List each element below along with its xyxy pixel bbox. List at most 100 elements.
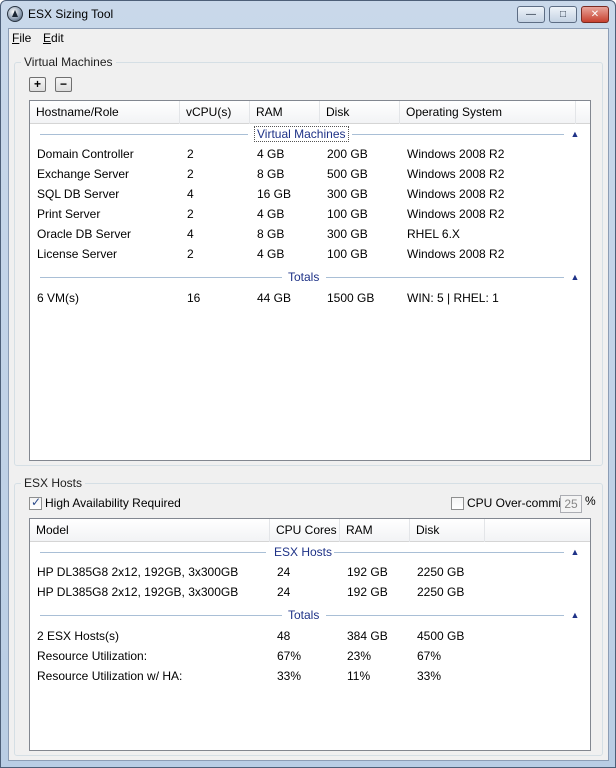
vm-hostname: Exchange Server: [37, 167, 130, 181]
host-cpu-cores: 24: [277, 585, 291, 599]
vm-os: Windows 2008 R2: [407, 187, 505, 201]
column-header-model[interactable]: Model: [30, 519, 270, 542]
vm-vcpu: 2: [187, 247, 194, 261]
host-disk: 2250 GB: [417, 565, 465, 579]
resource-utilization-ha-label: Resource Utilization w/ HA:: [37, 669, 183, 683]
vm-row[interactable]: License Server 2 4 GB 100 GB Windows 200…: [30, 245, 590, 265]
vm-total-vcpu: 16: [187, 291, 201, 305]
vm-vcpu: 2: [187, 207, 194, 221]
host-ram: 192 GB: [347, 585, 388, 599]
vm-disk: 100 GB: [327, 247, 368, 261]
utilization-disk: 67%: [417, 649, 442, 663]
resource-utilization-row[interactable]: Resource Utilization: 67% 23% 67%: [30, 647, 590, 667]
maximize-button[interactable]: □: [549, 6, 577, 23]
vm-ram: 4 GB: [257, 247, 285, 261]
cpu-overcommit-checkbox[interactable]: [451, 497, 464, 510]
vm-total-ram: 44 GB: [257, 291, 292, 305]
vm-total-os: WIN: 5 | RHEL: 1: [407, 291, 499, 305]
client-area: File Edit Virtual Machines + − Hostname/…: [8, 28, 609, 761]
vm-disk: 500 GB: [327, 167, 368, 181]
esx-host-row[interactable]: HP DL385G8 2x12, 192GB, 3x300GB 24 192 G…: [30, 583, 590, 603]
vm-ram: 16 GB: [257, 187, 292, 201]
esx-totals-group-header[interactable]: Totals ▲: [30, 606, 590, 626]
vm-totals-group-header[interactable]: Totals ▲: [30, 268, 590, 288]
vm-group-header[interactable]: Virtual Machines ▲: [30, 125, 590, 145]
app-window: ESX Sizing Tool — □ ✕ File Edit Virtual …: [0, 0, 616, 768]
group-divider: [40, 615, 282, 616]
title-bar[interactable]: ESX Sizing Tool — □ ✕: [1, 1, 615, 28]
column-header-os[interactable]: Operating System: [400, 101, 576, 124]
column-header-hostname[interactable]: Hostname/Role: [30, 101, 180, 124]
vm-ram: 4 GB: [257, 207, 285, 221]
vm-row[interactable]: SQL DB Server 4 16 GB 300 GB Windows 200…: [30, 185, 590, 205]
host-model: HP DL385G8 2x12, 192GB, 3x300GB: [37, 585, 239, 599]
remove-vm-button[interactable]: −: [55, 77, 72, 92]
vm-disk: 100 GB: [327, 207, 368, 221]
vm-totals-title: Totals: [286, 270, 322, 284]
vm-disk: 300 GB: [327, 187, 368, 201]
vm-os: Windows 2008 R2: [407, 207, 505, 221]
close-button[interactable]: ✕: [581, 6, 609, 23]
group-divider: [40, 552, 266, 553]
vm-os: RHEL 6.X: [407, 227, 460, 241]
minimize-button[interactable]: —: [517, 6, 545, 23]
group-divider: [40, 134, 248, 135]
column-header-ram[interactable]: RAM: [340, 519, 410, 542]
esx-total-label: 2 ESX Hosts(s): [37, 629, 120, 643]
vm-row[interactable]: Oracle DB Server 4 8 GB 300 GB RHEL 6.X: [30, 225, 590, 245]
esx-group-title: ESX Hosts: [272, 545, 335, 559]
esx-hosts-group: ESX Hosts High Availability Required CPU…: [14, 476, 603, 756]
vm-row[interactable]: Domain Controller 2 4 GB 200 GB Windows …: [30, 145, 590, 165]
column-header-cpu-cores[interactable]: CPU Cores: [270, 519, 340, 542]
cpu-overcommit-input[interactable]: 25: [560, 495, 582, 513]
utilization-ram: 23%: [347, 649, 372, 663]
esx-total-cpu: 48: [277, 629, 291, 643]
esx-hosts-list[interactable]: Model CPU Cores RAM Disk ESX Hosts ▲ HP …: [29, 518, 591, 751]
resource-utilization-ha-row[interactable]: Resource Utilization w/ HA: 33% 11% 33%: [30, 667, 590, 687]
collapse-icon[interactable]: ▲: [568, 608, 582, 622]
app-logo-icon[interactable]: [7, 6, 23, 22]
vm-total-disk: 1500 GB: [327, 291, 375, 305]
vm-totals-row[interactable]: 6 VM(s) 16 44 GB 1500 GB WIN: 5 | RHEL: …: [30, 289, 590, 309]
vm-vcpu: 2: [187, 147, 194, 161]
cpu-overcommit-label[interactable]: CPU Over-commit: [467, 496, 564, 510]
vm-list-header: Hostname/Role vCPU(s) RAM Disk Operating…: [30, 101, 590, 124]
add-vm-button[interactable]: +: [29, 77, 46, 92]
esx-totals-title: Totals: [286, 608, 322, 622]
vm-row[interactable]: Print Server 2 4 GB 100 GB Windows 2008 …: [30, 205, 590, 225]
ha-required-label[interactable]: High Availability Required: [45, 496, 181, 510]
vm-row[interactable]: Exchange Server 2 8 GB 500 GB Windows 20…: [30, 165, 590, 185]
collapse-icon[interactable]: ▲: [568, 270, 582, 284]
esx-group-header[interactable]: ESX Hosts ▲: [30, 543, 590, 563]
group-divider: [326, 615, 564, 616]
vm-disk: 300 GB: [327, 227, 368, 241]
vm-vcpu: 2: [187, 167, 194, 181]
esx-totals-row[interactable]: 2 ESX Hosts(s) 48 384 GB 4500 GB: [30, 627, 590, 647]
column-header-vcpu[interactable]: vCPU(s): [180, 101, 250, 124]
utilization-ha-ram: 11%: [347, 669, 371, 683]
ha-required-checkbox[interactable]: [29, 495, 42, 510]
column-header-disk[interactable]: Disk: [320, 101, 400, 124]
vm-vcpu: 4: [187, 187, 194, 201]
utilization-ha-cpu: 33%: [277, 669, 302, 683]
esx-host-row[interactable]: HP DL385G8 2x12, 192GB, 3x300GB 24 192 G…: [30, 563, 590, 583]
vm-total-count: 6 VM(s): [37, 291, 79, 305]
window-title: ESX Sizing Tool: [28, 7, 114, 21]
menu-file[interactable]: File: [12, 31, 31, 45]
esx-total-ram: 384 GB: [347, 629, 388, 643]
group-divider: [40, 277, 282, 278]
collapse-icon[interactable]: ▲: [568, 127, 582, 141]
utilization-ha-disk: 33%: [417, 669, 442, 683]
group-divider: [326, 277, 564, 278]
column-header-ram[interactable]: RAM: [250, 101, 320, 124]
vm-vcpu: 4: [187, 227, 194, 241]
collapse-icon[interactable]: ▲: [568, 545, 582, 559]
vm-hostname: Oracle DB Server: [37, 227, 132, 241]
menu-file-label: ile: [19, 31, 32, 45]
vm-disk: 200 GB: [327, 147, 368, 161]
menu-edit-label: dit: [51, 31, 64, 45]
menu-edit[interactable]: Edit: [43, 31, 64, 45]
vm-list[interactable]: Hostname/Role vCPU(s) RAM Disk Operating…: [29, 100, 591, 461]
column-header-disk[interactable]: Disk: [410, 519, 485, 542]
esx-hosts-group-label: ESX Hosts: [21, 476, 86, 490]
